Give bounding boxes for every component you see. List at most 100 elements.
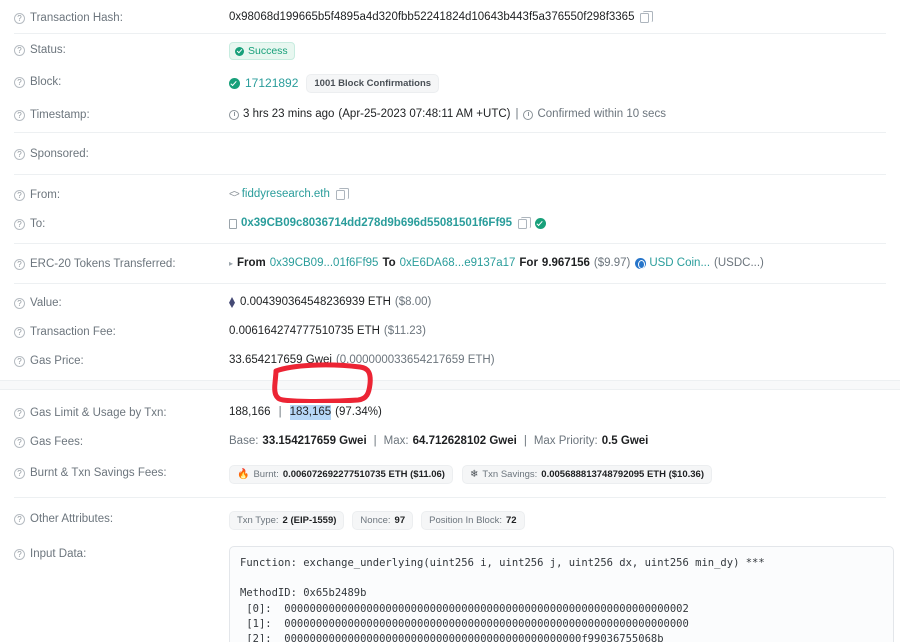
from-address-link[interactable]: fiddyresearch.eth bbox=[242, 187, 330, 202]
erc20-to-word: To bbox=[382, 257, 396, 269]
label-text: Burnt & Txn Savings Fees: bbox=[30, 467, 167, 479]
nonce-label: Nonce: bbox=[360, 515, 391, 526]
block-number-link[interactable]: 17121892 bbox=[245, 76, 298, 91]
help-icon[interactable]: ? bbox=[14, 548, 25, 560]
value-input-data: Function: exchange_underlying(uint256 i,… bbox=[229, 546, 894, 642]
burnt-value: 0.006072692277510735 ETH ($11.06) bbox=[282, 469, 445, 480]
timestamp-confirmed: Confirmed within 10 secs bbox=[537, 108, 666, 120]
gas-fee-base-label: Base: bbox=[229, 435, 259, 447]
help-icon[interactable]: ? bbox=[14, 326, 25, 338]
value-usd: ($8.00) bbox=[394, 296, 432, 308]
value-transaction-hash: 0x98068d199665b5f4895a4d320fbb52241824d1… bbox=[229, 10, 886, 25]
contract-icon bbox=[229, 218, 237, 229]
burnt-fee-badge: 🔥 Burnt: 0.006072692277510735 ETH ($11.0… bbox=[229, 465, 453, 484]
help-icon[interactable]: ? bbox=[14, 355, 25, 367]
row-timestamp: ? Timestamp: 3 hrs 23 mins ago (Apr-25-2… bbox=[0, 100, 900, 132]
label-text: To: bbox=[30, 218, 46, 230]
position-in-block-badge: Position In Block: 72 bbox=[421, 511, 525, 530]
help-icon[interactable]: ? bbox=[14, 297, 25, 309]
erc20-usd: ($9.97) bbox=[593, 257, 631, 269]
help-icon[interactable]: ? bbox=[14, 76, 25, 88]
row-input-data: ? Input Data: Function: exchange_underly… bbox=[0, 540, 900, 642]
row-transaction-fee: ? Transaction Fee: 0.006164274777510735 … bbox=[0, 317, 900, 346]
label-other-attributes: ? Other Attributes: bbox=[14, 511, 229, 526]
label-text: Gas Limit & Usage by Txn: bbox=[30, 407, 167, 419]
erc20-to-address-link[interactable]: 0xE6DA68...e9137a17 bbox=[400, 256, 516, 271]
transaction-details-page: ? Transaction Hash: 0x98068d199665b5f489… bbox=[0, 0, 900, 642]
row-erc20-transfers: ? ERC-20 Tokens Transferred: ▸ From 0x39… bbox=[0, 244, 900, 283]
help-icon[interactable]: ? bbox=[14, 436, 25, 448]
help-icon[interactable]: ? bbox=[14, 12, 25, 24]
txn-fee-amount: 0.006164274777510735 ETH bbox=[229, 325, 380, 337]
value-eth-value: 0.004390364548236939 ETH ($8.00) bbox=[229, 295, 886, 310]
erc20-for-word: For bbox=[519, 257, 538, 269]
nonce-badge: Nonce: 97 bbox=[352, 511, 414, 530]
help-icon[interactable]: ? bbox=[14, 218, 25, 230]
label-text: Status: bbox=[30, 44, 66, 56]
txn-savings-value: 0.005688813748792095 ETH ($10.36) bbox=[541, 469, 704, 480]
copy-icon[interactable] bbox=[518, 216, 532, 229]
value-timestamp: 3 hrs 23 mins ago (Apr-25-2023 07:48:11 … bbox=[229, 107, 886, 122]
label-gas-price: ? Gas Price: bbox=[14, 353, 229, 368]
label-text: Input Data: bbox=[30, 548, 87, 560]
copy-icon[interactable] bbox=[335, 187, 349, 200]
check-circle-icon bbox=[235, 46, 244, 56]
label-text: Transaction Fee: bbox=[30, 326, 116, 338]
help-icon[interactable]: ? bbox=[14, 407, 25, 419]
row-transaction-hash: ? Transaction Hash: 0x98068d199665b5f489… bbox=[0, 0, 900, 33]
gas-fee-max-label: Max: bbox=[383, 435, 409, 447]
value-other-attributes: Txn Type: 2 (EIP-1559) Nonce: 97 Positio… bbox=[229, 511, 886, 530]
erc20-token-symbol: (USDC...) bbox=[714, 257, 764, 269]
row-status: ? Status: Success bbox=[0, 34, 900, 67]
help-icon[interactable]: ? bbox=[14, 148, 25, 160]
value-to: 0x39CB09c8036714dd278d9b696d55081501f6Ff… bbox=[229, 216, 886, 231]
row-other-attributes: ? Other Attributes: Txn Type: 2 (EIP-155… bbox=[0, 498, 900, 540]
row-gas-limit-usage: ? Gas Limit & Usage by Txn: 188,166 | 18… bbox=[0, 390, 900, 427]
label-input-data: ? Input Data: bbox=[14, 546, 229, 561]
to-address-link[interactable]: 0x39CB09c8036714dd278d9b696d55081501f6Ff… bbox=[241, 216, 512, 231]
label-text: Timestamp: bbox=[30, 109, 90, 121]
stopwatch-icon bbox=[523, 109, 534, 120]
label-text: Gas Price: bbox=[30, 355, 84, 367]
gas-fee-base-value: 33.154217659 Gwei bbox=[262, 435, 367, 447]
copy-icon[interactable] bbox=[640, 10, 654, 23]
chevron-right-icon[interactable]: ▸ bbox=[229, 256, 233, 271]
transaction-hash-value: 0x98068d199665b5f4895a4d320fbb52241824d1… bbox=[229, 11, 635, 23]
label-gas-limit-usage: ? Gas Limit & Usage by Txn: bbox=[14, 405, 229, 420]
value-gas-price: 33.654217659 Gwei (0.000000033654217659 … bbox=[229, 353, 886, 368]
ethereum-icon bbox=[229, 297, 235, 308]
txn-fee-usd: ($11.23) bbox=[383, 325, 426, 337]
label-text: Transaction Hash: bbox=[30, 12, 123, 24]
separator: | bbox=[515, 108, 519, 120]
gas-limit-value: 188,166 bbox=[229, 406, 271, 418]
value-block: 17121892 1001 Block Confirmations bbox=[229, 74, 886, 93]
label-text: Gas Fees: bbox=[30, 436, 84, 448]
label-from: ? From: bbox=[14, 187, 229, 202]
code-icon: <> bbox=[229, 189, 240, 200]
usdc-token-icon bbox=[635, 258, 647, 269]
separator: | bbox=[278, 406, 282, 418]
row-sponsored: ? Sponsored: bbox=[0, 133, 900, 174]
help-icon[interactable]: ? bbox=[14, 189, 25, 201]
help-icon[interactable]: ? bbox=[14, 467, 25, 479]
help-icon[interactable]: ? bbox=[14, 513, 25, 525]
label-text: Sponsored: bbox=[30, 148, 89, 160]
txn-type-value: 2 (EIP-1559) bbox=[282, 515, 337, 526]
gas-fee-priority-label: Max Priority: bbox=[533, 435, 598, 447]
label-erc20-transfers: ? ERC-20 Tokens Transferred: bbox=[14, 256, 229, 271]
check-circle-icon bbox=[229, 78, 240, 89]
sparkle-icon: ❄ bbox=[469, 469, 479, 480]
erc20-from-address-link[interactable]: 0x39CB09...01f6Ff95 bbox=[270, 256, 379, 271]
row-gas-fees: ? Gas Fees: Base: 33.154217659 Gwei | Ma… bbox=[0, 427, 900, 457]
help-icon[interactable]: ? bbox=[14, 109, 25, 121]
label-sponsored: ? Sponsored: bbox=[14, 146, 229, 161]
gas-used-percent: (97.34%) bbox=[335, 406, 382, 418]
timestamp-relative: 3 hrs 23 mins ago bbox=[243, 108, 335, 120]
erc20-token-name-link[interactable]: USD Coin... bbox=[649, 256, 710, 271]
help-icon[interactable]: ? bbox=[14, 44, 25, 56]
txn-type-badge: Txn Type: 2 (EIP-1559) bbox=[229, 511, 345, 530]
timestamp-absolute: (Apr-25-2023 07:48:11 AM +UTC) bbox=[338, 108, 511, 120]
help-icon[interactable]: ? bbox=[14, 258, 25, 270]
input-data-textarea[interactable]: Function: exchange_underlying(uint256 i,… bbox=[229, 546, 894, 642]
value-transaction-fee: 0.006164274777510735 ETH ($11.23) bbox=[229, 324, 886, 339]
